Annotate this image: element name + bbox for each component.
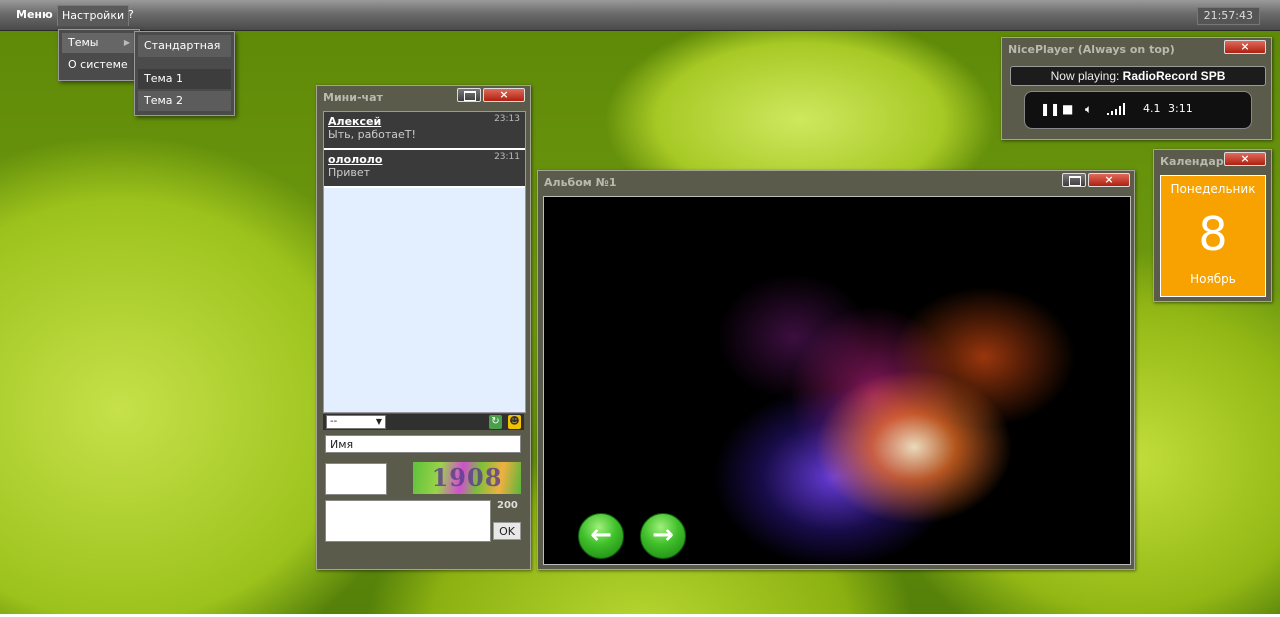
name-field[interactable]: Имя	[325, 435, 521, 453]
theme-item-standard[interactable]: Стандартная	[138, 35, 231, 57]
speaker-icon[interactable]: 🔈︎	[1085, 102, 1092, 116]
char-counter: 200	[497, 500, 518, 511]
window-icon[interactable]	[457, 88, 481, 102]
chevron-right-icon: ▶	[123, 38, 130, 47]
now-playing: Now playing: RadioRecord SPB	[1010, 66, 1266, 86]
chevron-down-icon: ▼	[375, 417, 382, 426]
calendar-window: Календарь × Понедельник 8 Ноябрь	[1153, 149, 1272, 302]
refresh-icon[interactable]: ↻	[489, 415, 502, 429]
help-button[interactable]: ?	[124, 6, 138, 24]
smiley-icon[interactable]: ☻	[508, 415, 521, 429]
theme-item-1[interactable]: Тема 1	[138, 69, 231, 89]
x-icon[interactable]: ×	[483, 88, 525, 102]
themes-submenu: Стандартная Тема 1 Тема 2	[134, 31, 235, 116]
x-icon[interactable]: ×	[1088, 173, 1130, 187]
track-duration: 3:11	[1168, 102, 1193, 115]
arrow-right-icon[interactable]: →	[640, 513, 686, 559]
clock: 21:57:43	[1196, 7, 1260, 25]
player-window: NicePlayer (Always on top) × Now playing…	[1001, 37, 1272, 140]
stop-icon[interactable]: ■	[1062, 102, 1073, 116]
smiley-select-value: --	[330, 416, 338, 427]
chat-toolbar: -- ▼ ↻ ☻	[323, 414, 524, 430]
player-controls: ❚❚ ■ 🔈︎ 4.1 3:11	[1024, 91, 1252, 129]
list-item: Алексей Ыть, работаеТ! 23:13	[324, 112, 525, 150]
ok-button[interactable]: OK	[493, 522, 521, 540]
window-icon[interactable]	[1062, 173, 1086, 187]
window-title: Календарь	[1160, 155, 1231, 168]
version-label: 4.1	[1143, 102, 1161, 115]
arrow-left-icon[interactable]: ←	[578, 513, 624, 559]
pause-icon[interactable]: ❚❚	[1040, 102, 1060, 116]
signal-bars-icon[interactable]	[1107, 101, 1129, 115]
window-title: NicePlayer (Always on top)	[1008, 43, 1175, 56]
message-author[interactable]: олололо	[328, 153, 521, 166]
message-text: Привет	[328, 166, 371, 179]
chat-messages: Алексей Ыть, работаеТ! 23:13 олололо При…	[323, 111, 526, 413]
weekday: Понедельник	[1170, 182, 1256, 196]
top-menu-bar: Меню Настройки ? 21:57:43	[0, 0, 1280, 31]
calendar-card: Понедельник 8 Ноябрь	[1160, 175, 1266, 297]
settings-dropdown: Темы ▶ О системе	[58, 29, 140, 81]
captcha-image: 1908	[413, 462, 521, 494]
list-item: олололо Привет 23:11	[324, 150, 525, 188]
month: Ноябрь	[1190, 272, 1236, 286]
album-photo	[544, 197, 1130, 564]
message-input[interactable]	[325, 500, 491, 542]
captcha-input[interactable]	[325, 463, 387, 495]
message-author[interactable]: Алексей	[328, 115, 521, 128]
settings-menu-button[interactable]: Настройки	[57, 5, 130, 26]
x-icon[interactable]: ×	[1224, 40, 1266, 54]
day-number: 8	[1198, 207, 1228, 261]
message-text: Ыть, работаеТ!	[328, 128, 416, 141]
window-title: Мини-чат	[323, 91, 383, 104]
menu-button[interactable]: Меню	[12, 6, 57, 24]
minichat-window: Мини-чат × Алексей Ыть, работаеТ! 23:13 …	[316, 85, 531, 570]
menu-item-themes-label: Темы	[68, 36, 99, 49]
menu-item-themes[interactable]: Темы ▶	[62, 33, 136, 53]
album-window: Альбом №1 × ← →	[537, 170, 1135, 570]
message-time: 23:13	[494, 114, 520, 124]
smiley-select[interactable]: -- ▼	[326, 415, 386, 429]
now-playing-prefix: Now playing:	[1050, 69, 1123, 83]
menu-item-about[interactable]: О системе	[62, 55, 136, 75]
photo-viewer: ← →	[543, 196, 1131, 565]
window-title: Альбом №1	[544, 176, 617, 189]
message-time: 23:11	[494, 152, 520, 162]
x-icon[interactable]: ×	[1224, 152, 1266, 166]
theme-item-2[interactable]: Тема 2	[138, 91, 231, 111]
station-name: RadioRecord SPB	[1122, 69, 1226, 83]
